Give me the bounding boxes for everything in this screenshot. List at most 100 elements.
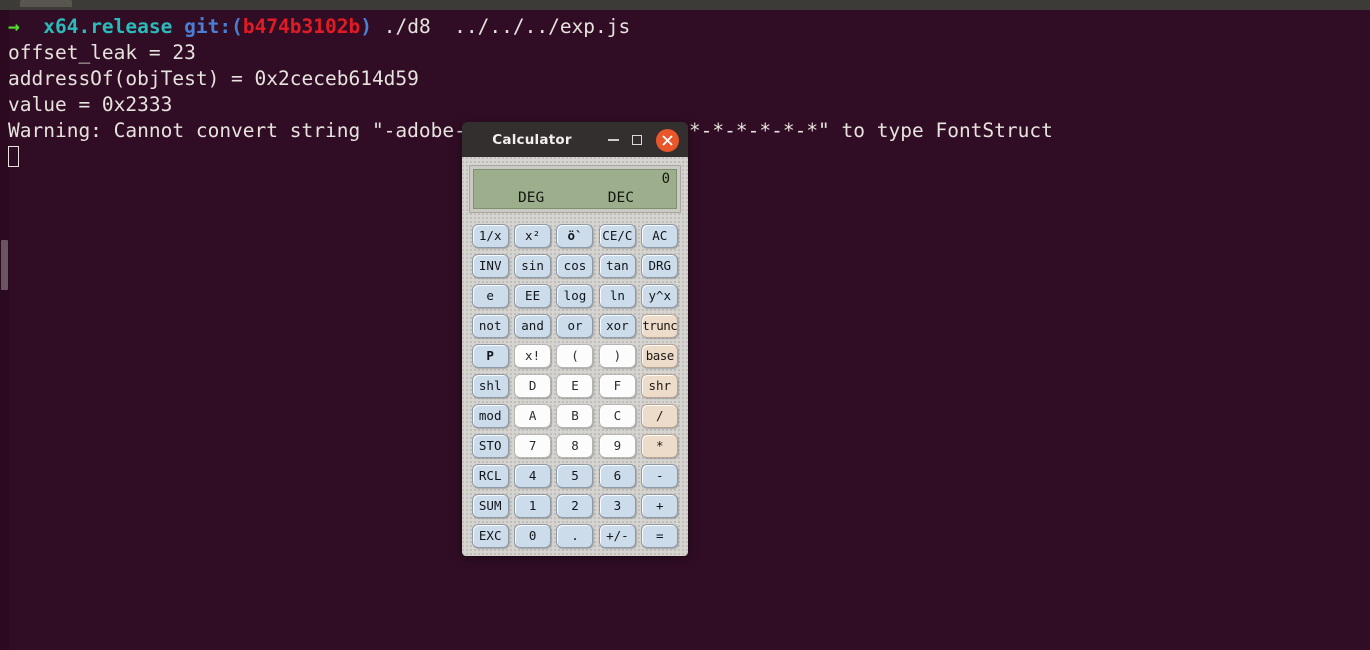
calc-key-c[interactable]: C: [598, 404, 636, 428]
calc-key-b[interactable]: B: [556, 404, 594, 428]
calc-key-not[interactable]: not: [471, 314, 509, 338]
terminal-output-line: offset_leak = 23: [8, 41, 196, 64]
keypad-cell: y^x: [639, 281, 681, 311]
keypad-cell: shl: [469, 371, 511, 401]
calc-key-shl[interactable]: shl: [471, 374, 509, 398]
calculator-body: 0 DEG DEC 1/x x² ö` CE/C AC INV sin cos tan DRG e E…: [462, 157, 688, 556]
calc-key-xor[interactable]: xor: [598, 314, 636, 338]
calc-key-sto[interactable]: STO: [471, 434, 509, 458]
calc-key-ac[interactable]: AC: [641, 224, 679, 248]
calc-key-e[interactable]: e: [471, 284, 509, 308]
calc-key-e[interactable]: E: [556, 374, 594, 398]
calc-key-plus[interactable]: +: [641, 494, 679, 518]
calc-key-trunc[interactable]: trunc: [641, 314, 679, 338]
calculator-title: Calculator: [492, 131, 572, 148]
calc-key-ypowx[interactable]: y^x: [641, 284, 679, 308]
keypad-cell: B: [554, 401, 596, 431]
close-icon: [662, 135, 673, 146]
calc-key-sum[interactable]: SUM: [471, 494, 509, 518]
keypad-cell: 2: [554, 491, 596, 521]
calc-key-inv[interactable]: INV: [471, 254, 509, 278]
keypad-cell: 1/x: [469, 221, 511, 251]
desktop: → x64.release git:(b474b3102b) ./d8 ../.…: [0, 0, 1370, 650]
calc-key-or[interactable]: or: [556, 314, 594, 338]
keypad-row: INV sin cos tan DRG: [469, 251, 681, 281]
calc-key-ee[interactable]: EE: [514, 284, 552, 308]
terminal-text-segment: →: [8, 15, 20, 38]
calc-key-6[interactable]: 6: [598, 464, 636, 488]
calc-key-cedivc[interactable]: CE/C: [598, 224, 636, 248]
calc-key-exc[interactable]: EXC: [471, 524, 509, 548]
calc-key-1[interactable]: 1: [514, 494, 552, 518]
calculator-display: 0 DEG DEC: [473, 169, 677, 209]
keypad-row: not and or xor trunc: [469, 311, 681, 341]
calc-key-3[interactable]: 3: [598, 494, 636, 518]
calc-key-rcl[interactable]: RCL: [471, 464, 509, 488]
maximize-button[interactable]: [628, 131, 646, 149]
terminal-text-segment: b474b3102b: [242, 15, 361, 38]
calc-key-drg[interactable]: DRG: [641, 254, 679, 278]
keypad-cell: *: [639, 431, 681, 461]
keypad-cell: C: [596, 401, 638, 431]
calculator-window[interactable]: Calculator 0 DEG DEC 1/x x² ö` CE/C AC I…: [462, 122, 688, 556]
calc-key-a[interactable]: A: [514, 404, 552, 428]
calc-key-xfact[interactable]: x!: [514, 344, 552, 368]
keypad-cell: STO: [469, 431, 511, 461]
calc-key-1divx[interactable]: 1/x: [471, 224, 509, 248]
maximize-icon: [632, 135, 642, 145]
terminal-text-segment: git:(: [172, 15, 243, 38]
calc-key-minus[interactable]: -: [641, 464, 679, 488]
calc-key-cos[interactable]: cos: [556, 254, 594, 278]
calculator-titlebar[interactable]: Calculator: [462, 122, 688, 157]
calc-key-ln[interactable]: ln: [598, 284, 636, 308]
keypad-cell: trunc: [639, 311, 681, 341]
calc-key-and[interactable]: and: [514, 314, 552, 338]
calc-key-rparen[interactable]: ): [598, 344, 636, 368]
calc-key-lparen[interactable]: (: [556, 344, 594, 368]
calc-key-ö[interactable]: ö`: [556, 224, 594, 248]
keypad-cell: -: [639, 461, 681, 491]
desktop-top-bar: [0, 0, 1370, 10]
window-tab-stub: [20, 0, 72, 7]
calc-key-f[interactable]: F: [598, 374, 636, 398]
calc-key-p[interactable]: P: [471, 344, 509, 368]
terminal-scrollbar-thumb[interactable]: [1, 240, 8, 290]
keypad-cell: A: [511, 401, 553, 431]
calc-key-0[interactable]: 0: [514, 524, 552, 548]
keypad-cell: log: [554, 281, 596, 311]
keypad-row: Px!() base: [469, 341, 681, 371]
calc-key-tan[interactable]: tan: [598, 254, 636, 278]
terminal-text-segment: x64.release: [19, 15, 173, 38]
keypad-cell: +/-: [596, 521, 638, 551]
minimize-button[interactable]: [604, 131, 622, 149]
display-angle-mode: DEG: [518, 190, 545, 206]
calc-key-base[interactable]: base: [641, 344, 679, 368]
calc-key-div[interactable]: /: [641, 404, 679, 428]
keypad-cell: DRG: [639, 251, 681, 281]
calc-key-x2[interactable]: x²: [514, 224, 552, 248]
calculator-keypad: 1/x x² ö` CE/C AC INV sin cos tan DRG e EE log ln y^x n…: [469, 221, 681, 551]
calc-key-plusdivminus[interactable]: +/-: [598, 524, 636, 548]
calc-key-5[interactable]: 5: [556, 464, 594, 488]
calc-key-9[interactable]: 9: [598, 434, 636, 458]
calc-key-eq[interactable]: =: [641, 524, 679, 548]
keypad-cell: 3: [596, 491, 638, 521]
calc-key-sin[interactable]: sin: [514, 254, 552, 278]
calc-key-d[interactable]: D: [514, 374, 552, 398]
keypad-cell: 4: [511, 461, 553, 491]
calc-key-dot[interactable]: .: [556, 524, 594, 548]
calc-key-8[interactable]: 8: [556, 434, 594, 458]
calc-key-mod[interactable]: mod: [471, 404, 509, 428]
keypad-cell: mod: [469, 401, 511, 431]
calc-key-shr[interactable]: shr: [641, 374, 679, 398]
keypad-cell: 6: [596, 461, 638, 491]
keypad-cell: F: [596, 371, 638, 401]
display-number-base: DEC: [607, 190, 634, 206]
calc-key-7[interactable]: 7: [514, 434, 552, 458]
terminal-text-segment: ./d8 ../../../exp.js: [371, 15, 631, 38]
calc-key-log[interactable]: log: [556, 284, 594, 308]
close-button[interactable]: [656, 129, 679, 152]
calc-key-mul[interactable]: *: [641, 434, 679, 458]
calc-key-4[interactable]: 4: [514, 464, 552, 488]
calc-key-2[interactable]: 2: [556, 494, 594, 518]
